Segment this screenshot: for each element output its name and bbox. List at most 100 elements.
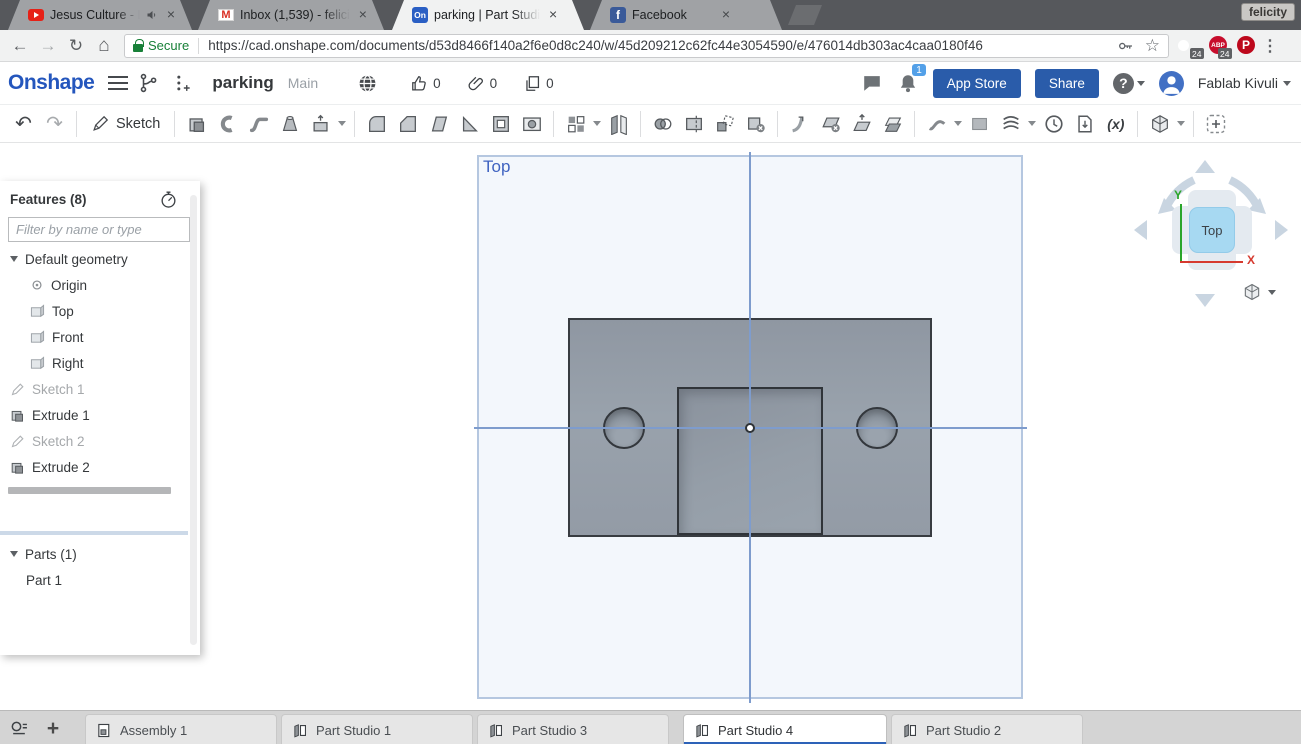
variable-button[interactable] (1100, 108, 1131, 140)
chamfer-button[interactable] (392, 108, 423, 140)
boolean-button[interactable] (647, 108, 678, 140)
revolve-button[interactable] (212, 108, 243, 140)
thicken-button[interactable] (305, 108, 336, 140)
back-button[interactable] (6, 32, 34, 60)
offset-surface-button[interactable] (921, 108, 952, 140)
plane-button[interactable] (964, 108, 995, 140)
new-tab-button[interactable] (788, 5, 822, 25)
panel-scrollbar[interactable] (190, 195, 197, 645)
chevron-down-icon[interactable] (10, 256, 18, 262)
manage-tabs-icon[interactable] (8, 718, 30, 740)
replace-face-button[interactable] (877, 108, 908, 140)
avatar[interactable] (1158, 70, 1184, 96)
delete-part-button[interactable] (740, 108, 771, 140)
rotate-left-icon[interactable] (1134, 220, 1147, 240)
filter-input[interactable] (8, 217, 190, 242)
surface-dropdown-icon[interactable] (954, 121, 963, 126)
chevron-down-icon[interactable] (10, 551, 18, 557)
transform-button[interactable] (709, 108, 740, 140)
bookmark-star-icon[interactable] (1145, 36, 1160, 56)
workspace-name[interactable]: Main (288, 75, 318, 91)
tree-item-extrude-1[interactable]: Extrude 1 (0, 402, 200, 428)
help-menu[interactable] (1112, 72, 1145, 94)
delete-face-button[interactable] (815, 108, 846, 140)
versions-icon[interactable] (136, 70, 162, 96)
browser-tab-facebook[interactable]: f Facebook (590, 0, 782, 30)
copies-indicator[interactable]: 0 (523, 74, 554, 93)
doc-tab-part-studio-2[interactable]: Part Studio 2 (891, 714, 1083, 744)
tab-close-icon[interactable] (164, 8, 178, 22)
tree-item-right-plane[interactable]: Right (0, 350, 200, 376)
linear-pattern-button[interactable] (560, 108, 591, 140)
loft-button[interactable] (274, 108, 305, 140)
mass-properties-button[interactable] (1038, 108, 1069, 140)
reload-button[interactable] (62, 32, 90, 60)
doc-tab-part-studio-1[interactable]: Part Studio 1 (281, 714, 473, 744)
tree-item-default-geometry[interactable]: Default geometry (0, 246, 200, 272)
security-chip[interactable]: Secure (133, 38, 189, 53)
split-button[interactable] (678, 108, 709, 140)
tree-item-sketch-1[interactable]: Sketch 1 (0, 376, 200, 402)
origin-point[interactable] (745, 423, 755, 433)
new-element-button[interactable] (42, 718, 64, 740)
home-button[interactable] (90, 32, 118, 60)
doc-tab-part-studio-4-active[interactable]: Part Studio 4 (683, 714, 887, 744)
move-face-button[interactable] (846, 108, 877, 140)
address-bar[interactable]: Secure https://cad.onshape.com/documents… (124, 33, 1169, 58)
chat-icon[interactable] (861, 72, 883, 94)
tab-close-icon[interactable] (546, 8, 560, 22)
shell-button[interactable] (485, 108, 516, 140)
key-icon[interactable] (1117, 37, 1135, 55)
rotate-down-icon[interactable] (1195, 294, 1215, 307)
adblock-plus-icon[interactable]: ABP 24 (1209, 36, 1232, 59)
document-name[interactable]: parking (212, 73, 273, 93)
import-button[interactable] (1069, 108, 1100, 140)
doc-tab-assembly-1[interactable]: Assembly 1 (85, 714, 277, 744)
links-indicator[interactable]: 0 (467, 74, 497, 93)
parts-display-dropdown-icon[interactable] (1177, 121, 1186, 126)
custom-feature-button[interactable] (1200, 108, 1231, 140)
modify-fillet-button[interactable] (784, 108, 815, 140)
forward-button[interactable] (34, 32, 62, 60)
view-cube[interactable]: Top Y X (1132, 158, 1292, 318)
part-list-item[interactable]: Part 1 (0, 567, 188, 593)
tree-item-top-plane[interactable]: Top (0, 298, 200, 324)
user-menu[interactable]: Fablab Kivuli (1198, 75, 1291, 91)
likes-indicator[interactable]: 0 (410, 74, 441, 93)
sweep-button[interactable] (243, 108, 274, 140)
rotate-right-icon[interactable] (1275, 220, 1288, 240)
parts-display-button[interactable] (1144, 108, 1175, 140)
undo-button[interactable] (8, 108, 39, 140)
tree-item-sketch-2[interactable]: Sketch 2 (0, 428, 200, 454)
extrude-button[interactable] (181, 108, 212, 140)
mirror-button[interactable] (603, 108, 634, 140)
browser-menu-icon[interactable] (1262, 36, 1278, 56)
rotate-up-icon[interactable] (1195, 160, 1215, 173)
onshape-logo[interactable]: Onshape (8, 71, 95, 95)
tree-item-origin[interactable]: Origin (0, 272, 200, 298)
rollback-bar[interactable] (8, 487, 171, 494)
history-icon[interactable] (170, 70, 196, 96)
document-menu-icon[interactable] (108, 76, 129, 90)
view-cube-top-face[interactable]: Top (1189, 207, 1235, 253)
browser-tab-onshape-active[interactable]: On parking | Part Studi (392, 0, 584, 30)
share-button[interactable]: Share (1034, 68, 1099, 98)
globe-icon[interactable] (354, 70, 380, 96)
stopwatch-icon[interactable] (159, 190, 178, 209)
rib-button[interactable] (454, 108, 485, 140)
extension-red-circle-icon[interactable]: 24 (1181, 36, 1204, 59)
view-options-menu[interactable] (1242, 282, 1276, 302)
pinterest-icon[interactable]: P (1237, 36, 1256, 55)
helix-dropdown-icon[interactable] (1028, 121, 1037, 126)
draft-button[interactable] (423, 108, 454, 140)
parts-section-header[interactable]: Parts (1) (0, 541, 188, 567)
thicken-dropdown-icon[interactable] (338, 121, 347, 126)
browser-tab-gmail[interactable]: M Inbox (1,539) - felici (198, 0, 384, 30)
sketch-button[interactable]: Sketch (83, 108, 168, 140)
tab-close-icon[interactable] (719, 8, 733, 22)
notifications-bell-icon[interactable]: 1 (897, 64, 926, 94)
app-store-button[interactable]: App Store (932, 68, 1021, 98)
parts-section-divider[interactable] (0, 531, 188, 535)
fillet-button[interactable] (361, 108, 392, 140)
redo-button[interactable] (39, 108, 70, 140)
